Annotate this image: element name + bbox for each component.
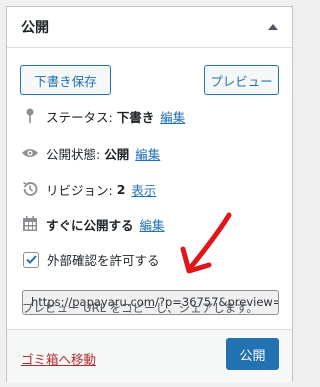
eye-icon: [20, 143, 40, 163]
pin-icon: [20, 106, 40, 126]
status-value: 下書き: [116, 109, 155, 125]
status-edit-link[interactable]: 編集: [160, 107, 185, 126]
visibility-value: 公開: [104, 146, 130, 162]
revisions-view-link[interactable]: 表示: [131, 180, 156, 199]
publish-button[interactable]: 公開: [226, 338, 279, 370]
move-to-trash-link[interactable]: ゴミ箱へ移動: [21, 349, 96, 368]
calendar-icon: [20, 214, 40, 234]
panel-title: 公開: [21, 20, 49, 36]
checkmark-icon: [25, 255, 37, 264]
red-arrow-annotation-icon: [180, 212, 232, 274]
publish-panel: 公開 下書き保存 プレビュー ステータス: 下書き 編集 公開状態: 公開 編集…: [6, 6, 293, 383]
status-label: ステータス:: [46, 109, 113, 125]
preview-url-hint: プレビュー URL をコピーし、シェアします。: [22, 301, 258, 315]
save-draft-button[interactable]: 下書き保存: [20, 65, 111, 95]
external-preview-checkbox[interactable]: [23, 251, 39, 268]
external-preview-label: 外部確認を許可する: [47, 253, 160, 268]
collapse-toggle-icon[interactable]: [268, 24, 278, 30]
revisions-label: リビジョン:: [46, 182, 113, 198]
status-row: ステータス: 下書き 編集: [7, 106, 185, 126]
visibility-row: 公開状態: 公開 編集: [7, 143, 160, 163]
panel-header[interactable]: 公開: [7, 7, 292, 48]
schedule-edit-link[interactable]: 編集: [140, 215, 165, 234]
schedule-row: すぐに公開する 編集: [7, 214, 165, 234]
visibility-label: 公開状態:: [46, 146, 101, 162]
external-preview-row: 外部確認を許可する: [7, 250, 160, 269]
revisions-row: リビジョン: 2 表示: [7, 179, 156, 199]
preview-button[interactable]: プレビュー: [204, 65, 279, 95]
schedule-label: すぐに公開する: [46, 217, 134, 233]
revisions-icon: [20, 179, 40, 199]
action-buttons: 下書き保存 プレビュー: [7, 48, 292, 95]
visibility-edit-link[interactable]: 編集: [135, 144, 160, 163]
panel-footer: ゴミ箱へ移動 公開: [7, 329, 292, 383]
revisions-count: 2: [116, 181, 126, 197]
